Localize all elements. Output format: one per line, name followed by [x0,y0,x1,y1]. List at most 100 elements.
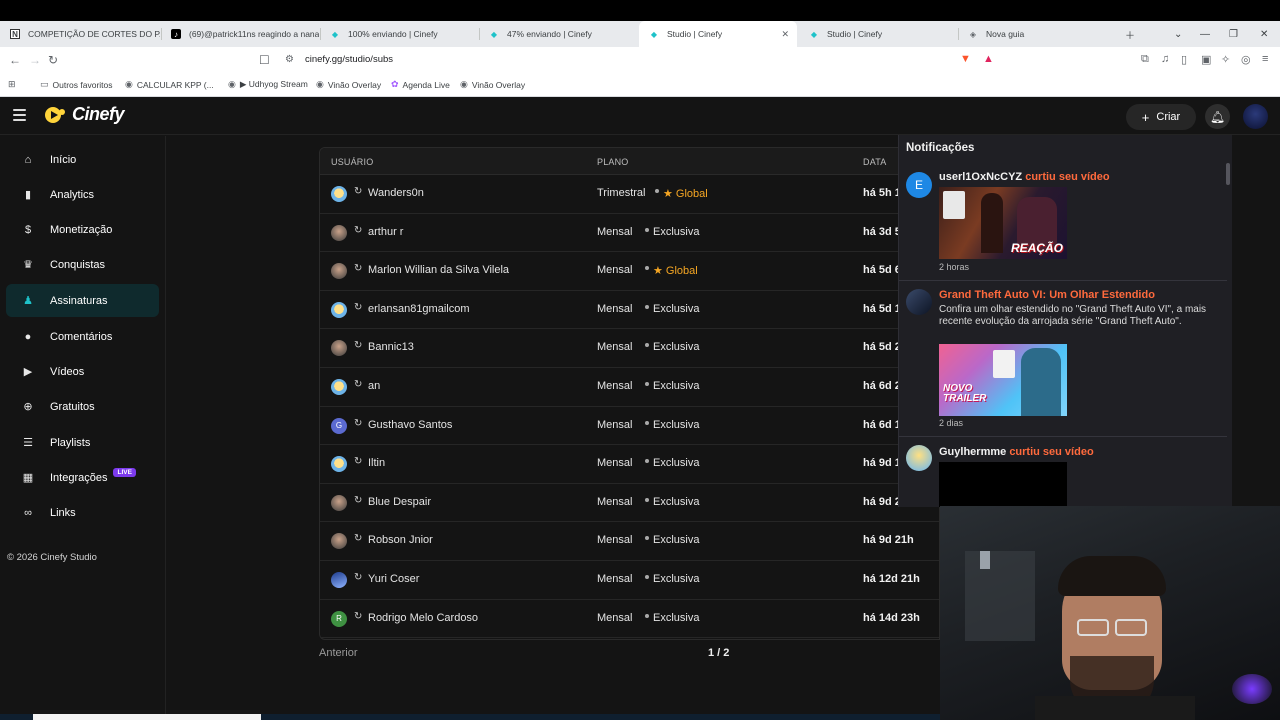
vpn-icon[interactable]: ◎ [1241,53,1251,66]
previous-page-button[interactable]: Anterior [319,647,358,659]
browser-tab[interactable]: ◆ 100% enviando | Cinefy [320,21,478,47]
tab-title: (69)@patrick11ns reagindo a nanas [189,29,319,39]
table-row[interactable]: ↻ an Mensal Exclusiva há 6d 2 [320,368,939,407]
bookmark-item[interactable]: ✿ Agenda Live [391,79,450,90]
sidebar-item-videos[interactable]: ▶ Vídeos [6,355,159,388]
table-row[interactable]: ↻ Robson Jnior Mensal Exclusiva há 9d 21h [320,522,939,561]
plan-name: Mensal [597,380,633,392]
table-row[interactable]: ↻ erlansan81gmailcom Mensal Exclusiva há 5d … [320,291,939,330]
bookmark-item[interactable]: ◉ CALCULAR KPP (... [125,79,214,90]
cinefy-icon: ◆ [650,29,658,39]
tier-label: Exclusiva [653,341,700,354]
extensions-icon[interactable]: ⧉ [1141,53,1149,66]
trophy-icon: ♛ [23,259,33,271]
notification-item[interactable]: Grand Theft Auto VI: Um Olhar Estendido … [899,282,1227,437]
tier-label: Exclusiva [653,380,700,392]
sidebar-item-playlists[interactable]: ☰ Playlists [6,426,159,459]
sidebar-item-gratuitos[interactable]: ⊕ Gratuitos [6,390,159,423]
column-header-date: DATA [863,157,887,167]
browser-tab[interactable]: ♪ (69)@patrick11ns reagindo a nanas [161,21,319,47]
avatar: E [906,172,932,198]
forward-icon[interactable]: → [29,53,41,67]
back-icon[interactable]: ← [9,53,21,67]
table-row[interactable]: ↻ Marlon Willian da Silva Vilela Mensal ★ G… [320,252,939,291]
media-icon[interactable]: ♫ [1161,53,1169,65]
username: Bannic13 [368,341,414,354]
browser-tab-active[interactable]: ◆ Studio | Cinefy ✕ [639,21,797,47]
thumbnail-caption: REAÇÃO [1010,241,1063,255]
browser-tab[interactable]: ◆ 47% enviando | Cinefy [479,21,637,47]
bookmarks-bar: ⊞ ▭ Outros favoritos ◉ CALCULAR KPP (... ◉… [0,73,1280,97]
close-window-icon[interactable]: ✕ [1260,21,1268,47]
site-info-icon[interactable]: ⚙ [285,54,294,65]
subscription-date: há 3d 5 [863,225,901,238]
renewal-icon: ↻ [354,186,363,197]
close-tab-icon[interactable]: ✕ [781,29,789,40]
taskbar [0,714,940,720]
restore-icon[interactable]: ❐ [1229,21,1238,47]
separator-dot [645,459,649,464]
renewal-icon: ↻ [354,379,363,390]
subscription-date: há 5d 6 [863,264,901,277]
bookmark-item[interactable]: ◉ Vinão Overlay [460,79,525,90]
subscriptions-table: USUÁRIO PLANO DATA ↻ Wanders0n Trimestral ★… [319,147,940,640]
table-row[interactable]: R ↻ Rodrigo Melo Cardoso Mensal Exclusiva há … [320,600,939,639]
plan-name: Mensal [597,495,633,508]
table-row[interactable]: ↻ Yuri Coser Mensal Exclusiva há 12d 21h [320,561,939,600]
user-avatar[interactable] [1243,104,1268,129]
dollar-icon: $ [24,223,32,236]
username: arthur r [368,225,404,238]
minimize-icon[interactable]: — [1200,21,1210,47]
video-thumbnail[interactable]: REAÇÃO [939,187,1067,259]
notifications-scrollbar[interactable] [1226,163,1230,185]
url-input[interactable]: cinefy.gg/studio/subs [305,54,393,65]
table-row[interactable]: ↻ Bannic13 Mensal Exclusiva há 5d 2 [320,329,939,368]
menu-icon[interactable]: ≡ [1262,53,1268,65]
sidebar-item-links[interactable]: ∞ Links [6,496,159,529]
sidebar-item-conquistas[interactable]: ♛ Conquistas [6,248,159,281]
video-thumbnail[interactable]: NOVO TRAILER [939,344,1067,416]
table-row[interactable]: G ↻ Gusthavo Santos Mensal Exclusiva há 6d 1 [320,407,939,446]
tab-search-icon[interactable]: ⌄ [1174,21,1182,47]
notifications-bell-icon[interactable]: 🔔︎ [1205,104,1230,129]
notification-item[interactable]: E userl1OxNcCYZ curtiu seu vídeo REAÇÃO … [899,163,1227,281]
avatar [331,379,347,395]
plus-circle-icon: ⊕ [23,401,33,413]
browser-tab[interactable]: ◆ Studio | Cinefy [799,21,957,47]
brave-shield-icon[interactable]: ▼ [960,53,971,65]
new-tab-icon[interactable]: ＋ [1125,21,1135,47]
avatar [906,445,932,471]
sidebar-icon[interactable]: ▯ [1181,53,1187,66]
plan-name: Mensal [597,225,633,238]
table-row[interactable]: ↻ Wanders0n Trimestral ★ Global há 5h 1 [320,175,939,214]
wallet-icon[interactable]: ▣ [1201,53,1211,66]
bookmark-item[interactable]: ◉ ▶ Udhyog Stream [228,79,308,90]
browser-tab[interactable]: ◈ Nova guia [958,21,1116,47]
brand-name: Cinefy [72,104,125,124]
video-thumbnail[interactable] [939,462,1067,507]
table-row[interactable]: ↻ Blue Despair Mensal Exclusiva há 9d 2 [320,484,939,523]
brave-rewards-icon[interactable]: ▲ [983,53,994,65]
sidebar-item-integracoes[interactable]: ▦ Integrações LIVE [6,461,159,494]
notification-item[interactable]: Guylhermme curtiu seu vídeo [899,438,1227,507]
sidebar-item-assinaturas[interactable]: ♟ Assinaturas [6,284,159,317]
sidebar-item-comentarios[interactable]: ● Comentários [6,320,159,353]
bookmark-item[interactable]: ◉ Vinão Overlay [316,79,381,90]
reload-icon[interactable]: ↻ [48,53,58,67]
sidebar-item-monetizacao[interactable]: $ Monetização [6,213,159,246]
sidebar-item-analytics[interactable]: ▮ Analytics [6,178,159,211]
bar-chart-icon: ▮ [24,189,32,201]
table-row[interactable]: ↻ arthur r Mensal Exclusiva há 3d 5 [320,214,939,253]
leo-icon[interactable]: ✧ [1221,53,1230,66]
table-row[interactable]: ↻ Iltin Mensal Exclusiva há 9d 1 [320,445,939,484]
sidebar-item-inicio[interactable]: ⌂ Início [6,143,159,176]
folder-icon: ▭ [40,79,49,89]
browser-tab[interactable]: N COMPETIÇÃO DE CORTES DO PATR [0,21,160,47]
tier-label: Exclusiva [653,225,700,238]
bookmark-icon[interactable]: ☐ [259,53,270,67]
apps-icon[interactable]: ⊞ [8,79,20,90]
create-button[interactable]: + Criar [1126,104,1196,130]
bookmark-item[interactable]: ▭ Outros favoritos [40,79,113,90]
hamburger-menu-icon[interactable] [13,109,26,121]
cinefy-logo[interactable]: Cinefy [44,104,125,125]
